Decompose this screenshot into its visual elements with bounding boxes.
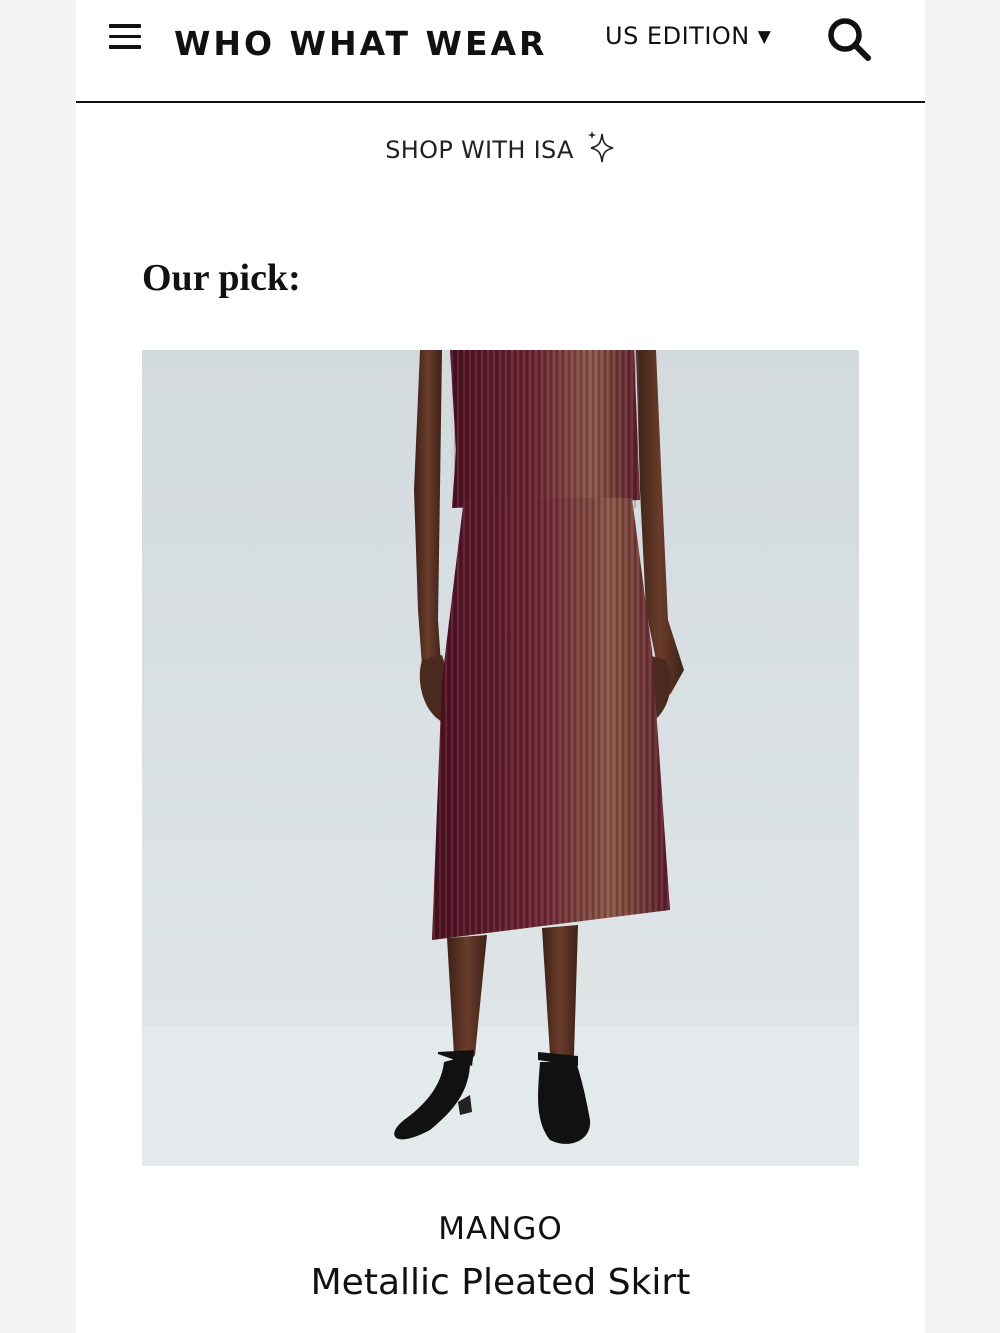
edition-label: US EDITION	[605, 22, 750, 50]
page: WHO WHAT WEAR US EDITION ▼ SHOP WITH ISA …	[76, 0, 925, 1333]
site-logo[interactable]: WHO WHAT WEAR	[174, 24, 547, 63]
site-header: WHO WHAT WEAR US EDITION ▼	[76, 0, 925, 103]
product-brand[interactable]: MANGO	[76, 1211, 925, 1247]
caret-down-icon: ▼	[757, 27, 772, 47]
edition-selector[interactable]: US EDITION ▼	[605, 22, 771, 50]
shop-with-isa-link[interactable]: SHOP WITH ISA	[76, 130, 925, 170]
hamburger-menu-icon[interactable]	[109, 24, 141, 50]
our-pick-heading: Our pick:	[142, 257, 301, 299]
search-icon[interactable]	[826, 16, 874, 62]
product-image[interactable]	[142, 350, 859, 1166]
sparkle-icon	[586, 130, 616, 170]
product-name[interactable]: Metallic Pleated Skirt	[76, 1262, 925, 1303]
shop-with-isa-label: SHOP WITH ISA	[385, 136, 574, 164]
